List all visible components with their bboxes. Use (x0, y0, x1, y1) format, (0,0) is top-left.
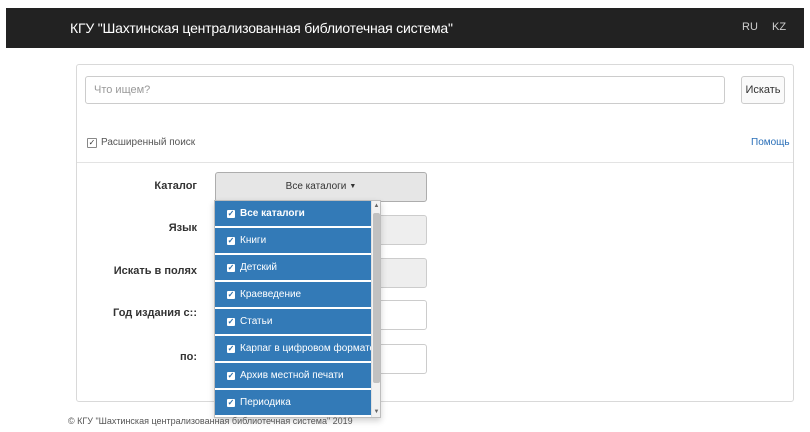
checkbox-checked-icon[interactable]: ✓ (227, 371, 235, 380)
advanced-search-label: Расширенный поиск (101, 137, 196, 148)
search-input[interactable] (85, 76, 725, 104)
catalog-option-label: Карпаг в цифровом формате (240, 343, 376, 354)
catalog-option-label: Периодика (240, 397, 291, 408)
checkbox-checked-icon[interactable]: ✓ (227, 317, 235, 326)
year-from-label: Год издания с:: (113, 307, 197, 319)
checkbox-checked-icon[interactable]: ✓ (227, 398, 235, 407)
catalog-dropdown-button[interactable]: Все каталоги ▼ (215, 172, 427, 202)
catalog-options-list: ✓ Все каталоги ✓ Книги ✓ Детский ✓ Краеведен… (215, 201, 375, 417)
checkbox-checked-icon[interactable]: ✓ (227, 236, 235, 245)
dropdown-scrollbar[interactable]: ▲ ▼ (371, 201, 380, 417)
scroll-down-icon[interactable]: ▼ (372, 407, 380, 417)
catalog-option-digital[interactable]: ✓ Карпаг в цифровом формате (215, 336, 375, 361)
catalog-option-label: Статьи (240, 316, 273, 327)
site-brand[interactable]: КГУ "Шахтинская централизованная библиот… (70, 20, 453, 36)
checkbox-checked-icon[interactable]: ✓ (227, 263, 235, 272)
catalog-option-label: Книги (240, 235, 267, 246)
scroll-up-icon[interactable]: ▲ (372, 201, 380, 211)
advanced-search-toggle[interactable]: ✓ Расширенный поиск (87, 137, 195, 148)
top-navbar: КГУ "Шахтинская централизованная библиот… (6, 8, 804, 48)
lang-ru-link[interactable]: RU (742, 21, 758, 33)
panel-divider (77, 162, 793, 163)
catalog-option-all[interactable]: ✓ Все каталоги (215, 201, 371, 226)
catalog-option-label: Детский (240, 262, 278, 273)
fields-label: Искать в полях (113, 265, 197, 277)
search-button[interactable]: Искать (741, 76, 785, 104)
checkbox-checked-icon[interactable]: ✓ (227, 209, 235, 218)
scroll-thumb[interactable] (373, 213, 380, 383)
catalog-option-children[interactable]: ✓ Детский (215, 255, 371, 280)
lang-kz-link[interactable]: KZ (772, 21, 786, 33)
help-link[interactable]: Помощь (751, 137, 790, 148)
catalog-option-label: Архив местной печати (240, 370, 344, 381)
catalog-option-label: Все каталоги (240, 208, 305, 219)
catalog-option-label: Краеведение (240, 289, 302, 300)
catalog-option-local-history[interactable]: ✓ Краеведение (215, 282, 371, 307)
catalog-option-articles[interactable]: ✓ Статьи (215, 309, 371, 334)
language-label: Язык (168, 222, 197, 234)
catalog-selected-value: Все каталоги (285, 181, 347, 192)
year-to-label: по: (179, 351, 197, 363)
catalog-option-local-press[interactable]: ✓ Архив местной печати (215, 363, 371, 388)
checkbox-checked-icon[interactable]: ✓ (227, 344, 235, 353)
checkbox-checked-icon[interactable]: ✓ (227, 290, 235, 299)
catalog-option-books[interactable]: ✓ Книги (215, 228, 371, 253)
catalog-label: Каталог (154, 180, 197, 192)
advanced-search-checkbox[interactable]: ✓ (87, 137, 97, 148)
page-footer: © КГУ "Шахтинская централизованная библи… (68, 416, 353, 426)
caret-down-icon: ▼ (349, 183, 357, 190)
catalog-dropdown-menu: ✓ Все каталоги ✓ Книги ✓ Детский ✓ Краеведен… (214, 200, 381, 418)
catalog-option-periodicals[interactable]: ✓ Периодика (215, 390, 371, 415)
search-panel: Искать ✓ Расширенный поиск Помощь Катало… (76, 64, 794, 402)
